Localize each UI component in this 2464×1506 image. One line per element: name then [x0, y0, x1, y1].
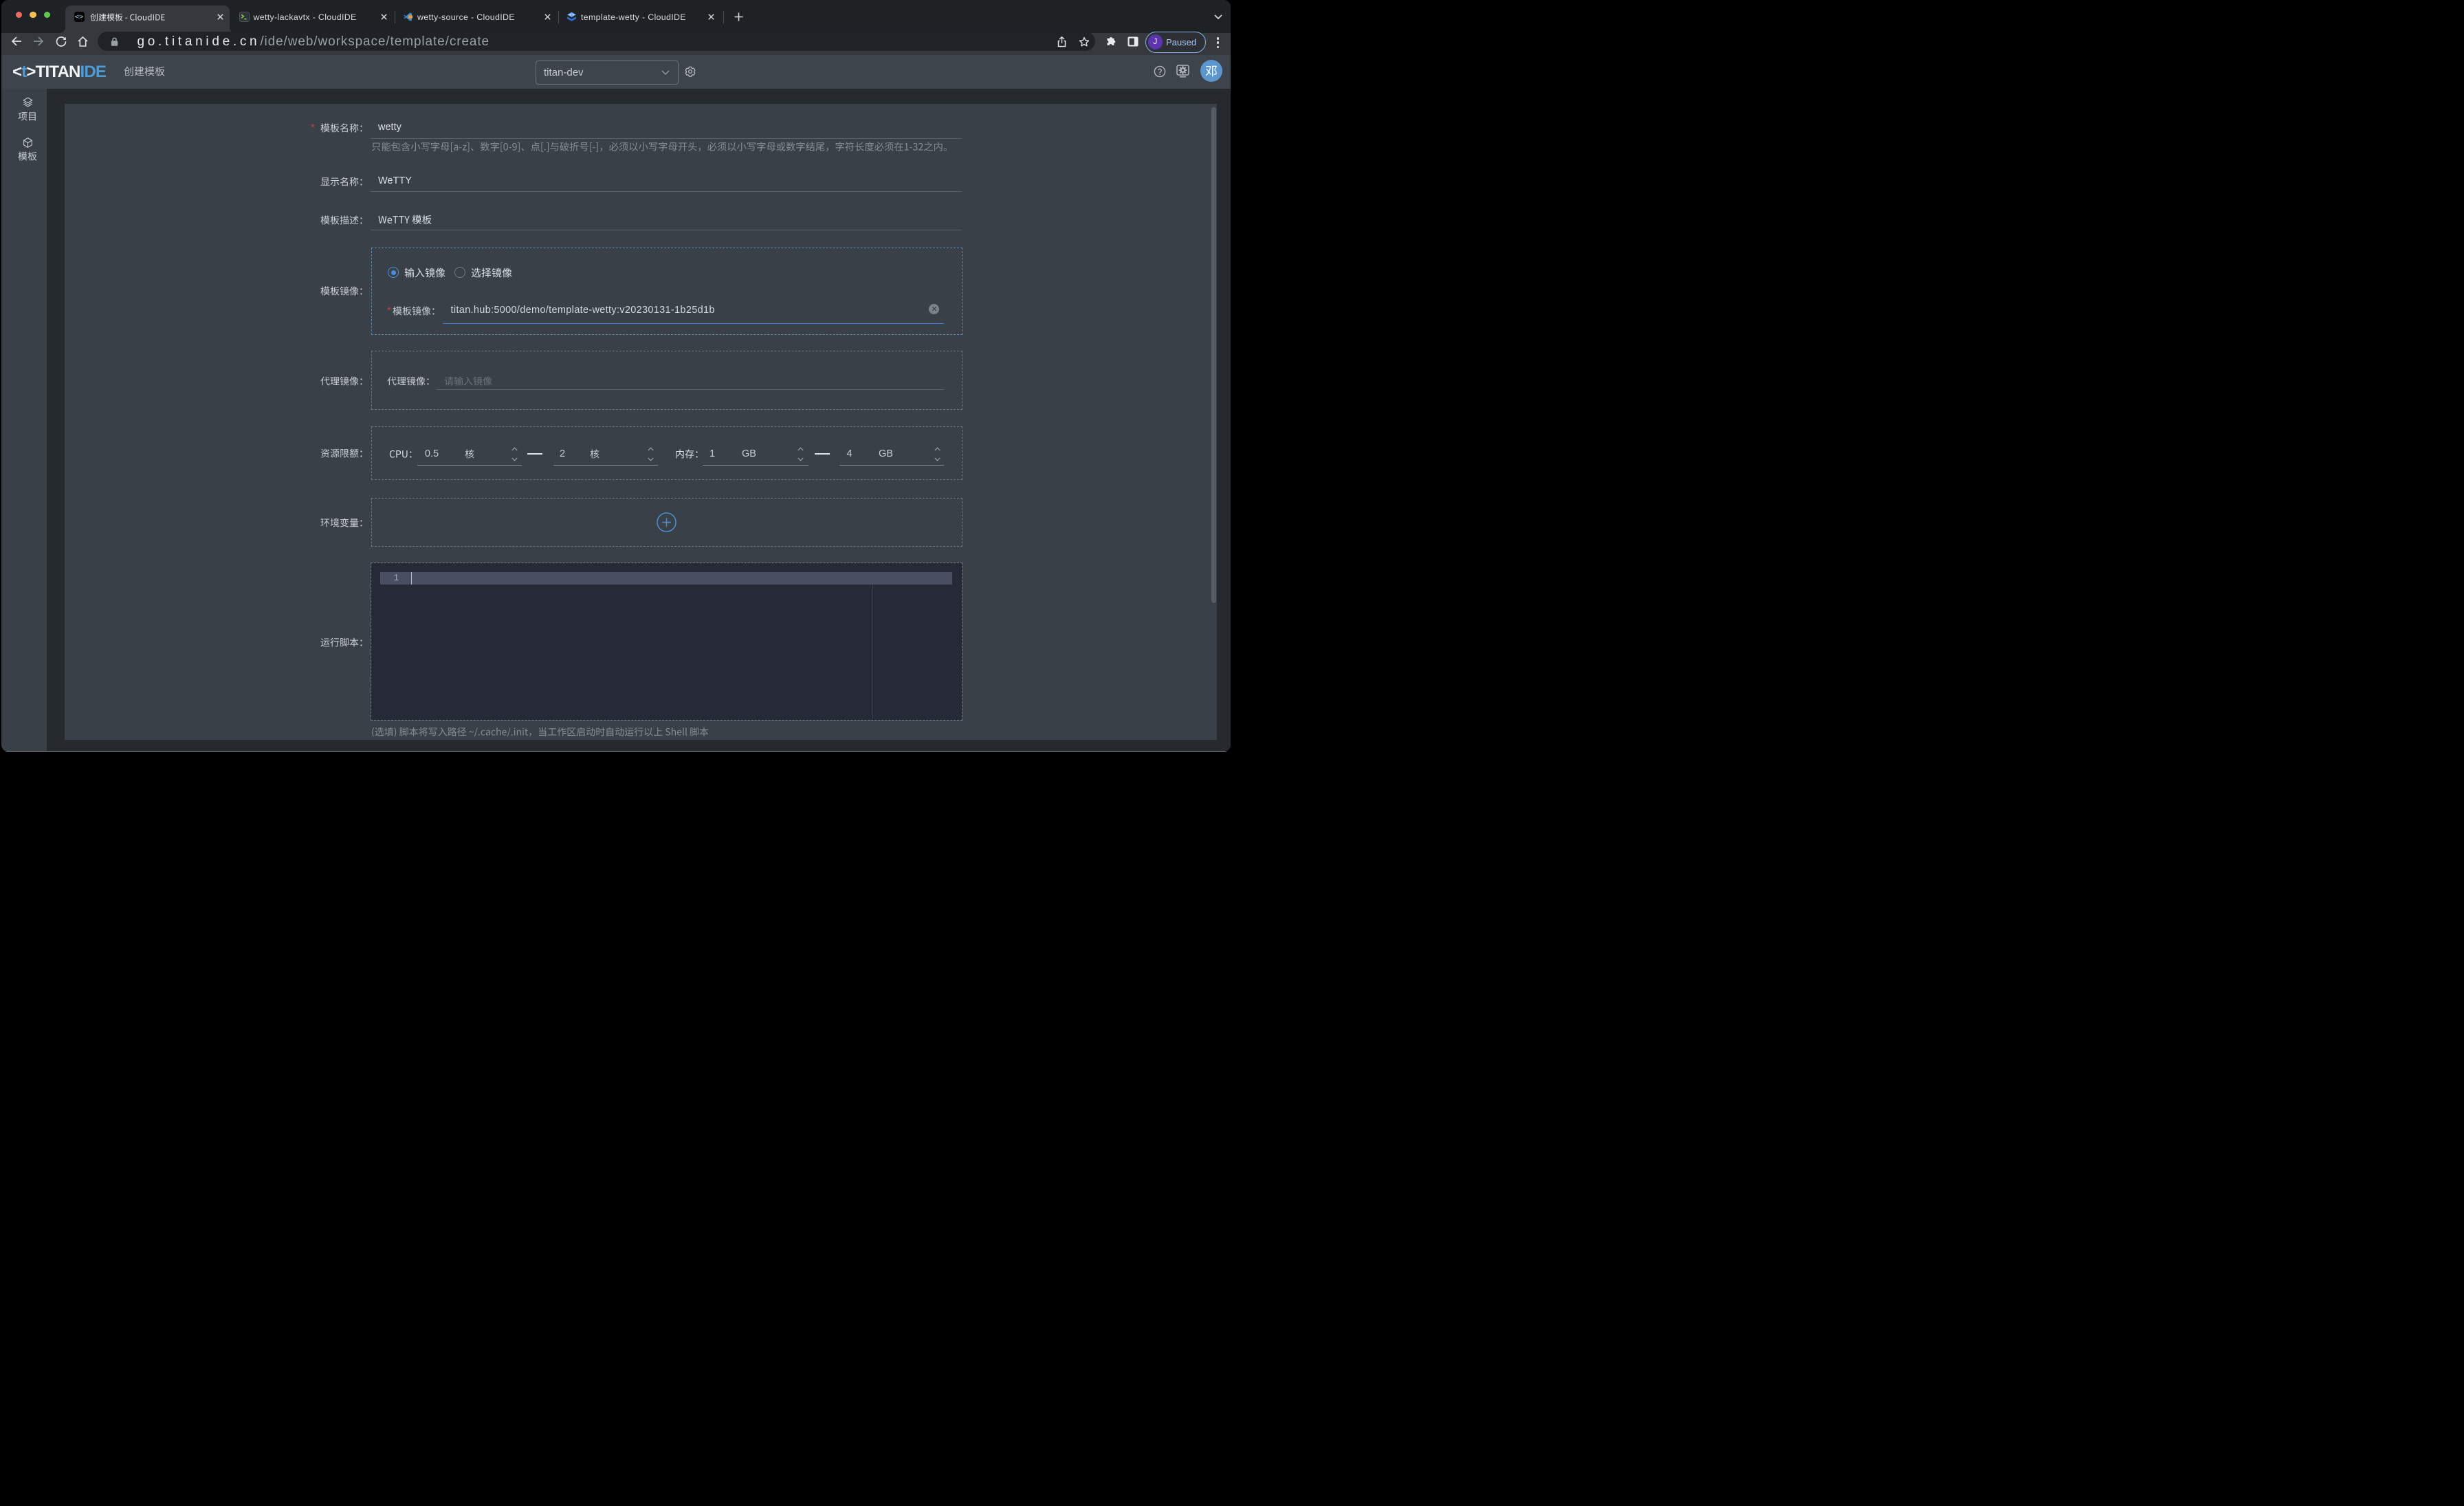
svg-text:JS: JS [408, 15, 412, 19]
